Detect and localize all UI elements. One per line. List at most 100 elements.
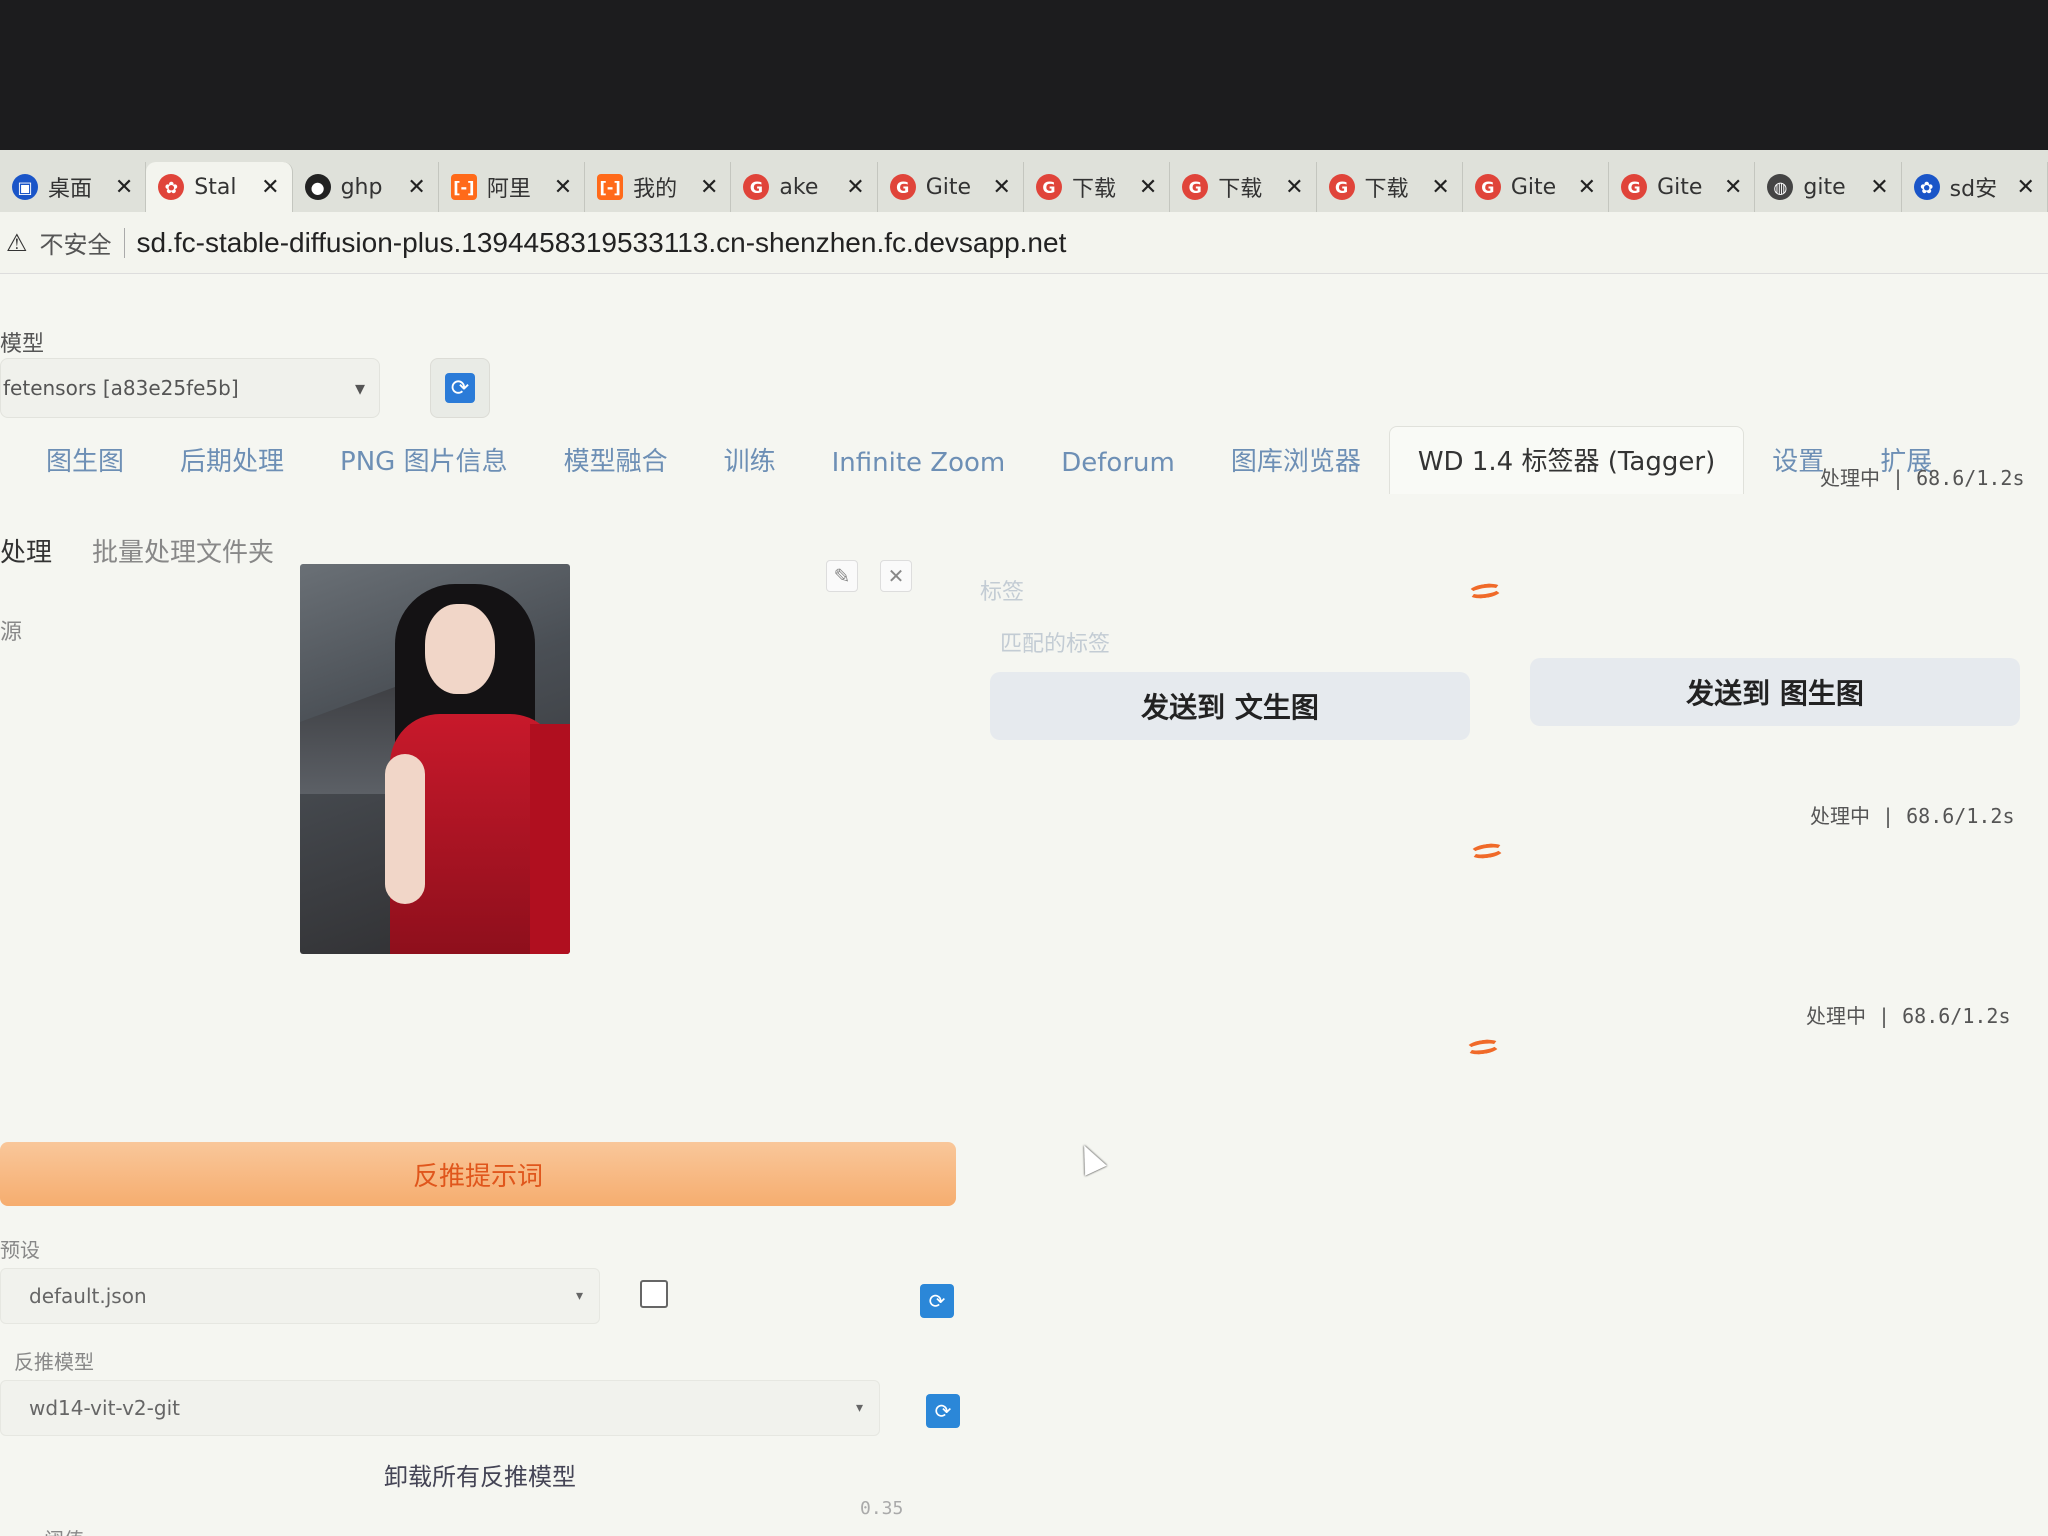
refresh-icon: ⟳ — [445, 373, 475, 403]
tab-process[interactable]: 处理 — [0, 532, 52, 569]
preset-select[interactable]: default.json ▾ — [0, 1268, 600, 1324]
main-tab[interactable]: 图库浏览器 — [1203, 441, 1389, 494]
close-icon[interactable]: ✕ — [700, 175, 718, 200]
gitee-icon: G — [1182, 174, 1209, 200]
browser-tab[interactable]: Gake ✕ — [731, 162, 878, 212]
baidu-icon: ✿ — [1913, 174, 1940, 200]
source-image[interactable] — [300, 564, 570, 954]
browser-tab[interactable]: ✿ sd安 ✕ — [1902, 162, 2048, 212]
tab-label: sd安 — [1949, 177, 1998, 202]
browser-tab[interactable]: ● ghp ✕ — [293, 162, 439, 212]
webui-content: 模型 fetensors [a83e25fe5b] ▾ ⟳ 图生图 后期处理 PNG… — [0, 274, 2048, 1536]
tab-batch-folder[interactable]: 批量处理文件夹 — [92, 532, 274, 569]
save-icon[interactable] — [640, 1280, 668, 1308]
sub-tabs: 处理 批量处理文件夹 — [0, 532, 274, 569]
tab-label: Gite — [1510, 174, 1557, 200]
tab-label: 阿里 — [486, 177, 531, 202]
chevron-down-icon: ▾ — [354, 376, 365, 400]
tab-label: ake — [779, 174, 819, 200]
main-tab[interactable]: 后期处理 — [152, 441, 312, 494]
close-icon[interactable]: ✕ — [2017, 175, 2035, 200]
main-tab[interactable]: WD 1.4 标签器 (Tagger) — [1388, 426, 1745, 494]
refresh-model-button[interactable]: ⟳ — [430, 358, 490, 418]
model-value: fetensors [a83e25fe5b] — [3, 376, 239, 400]
blue-square-icon: ▣ — [12, 174, 38, 200]
tab-label: 我的 — [633, 177, 678, 202]
globe-icon: ◍ — [1767, 174, 1794, 200]
close-icon[interactable]: ✕ — [846, 175, 864, 200]
refresh-preset-button[interactable]: ⟳ — [920, 1284, 954, 1318]
progress-status: 处理中 | 68.6/1.2s — [1806, 1004, 2011, 1028]
tab-label: 下载 — [1218, 177, 1263, 202]
browser-tab[interactable]: G Gite ✕ — [1463, 162, 1610, 212]
main-tab[interactable]: Infinite Zoom — [804, 448, 1034, 494]
close-icon[interactable]: ✕ — [880, 560, 912, 592]
results-panel: 标签 匹配的标签 发送到 文生图 发送到 图生图 处理中 | 68.6/1.2s… — [980, 574, 2048, 1534]
tab-label: Gite — [1657, 174, 1703, 200]
matched-tags-label: 匹配的标签 — [1000, 632, 1111, 657]
model-label: 模型 — [0, 332, 45, 357]
browser-tab[interactable]: G Gite ✕ — [878, 162, 1024, 212]
close-icon[interactable]: ✕ — [1285, 175, 1303, 200]
close-icon[interactable]: ✕ — [407, 175, 425, 200]
main-tab[interactable]: 模型融合 — [536, 441, 696, 494]
gitee-icon: G — [1035, 174, 1062, 200]
browser-tab[interactable]: [-] 阿里 ✕ — [439, 162, 586, 212]
close-icon[interactable]: ✕ — [1578, 175, 1596, 200]
chevron-down-icon: ▾ — [855, 1400, 863, 1416]
main-tab[interactable]: 训练 — [696, 441, 804, 494]
preset-value: default.json — [29, 1284, 147, 1308]
browser-window: ▣ 桌面 ✕ ✿ Stal ✕ ● ghp ✕ [-] 阿里 ✕ [-] 我的 ✕ Gake ✕ G Gite ✕ G 下… — [0, 150, 2048, 1536]
close-icon[interactable]: ✕ — [115, 175, 133, 200]
send-to-img2img-button[interactable]: 发送到 图生图 — [1530, 658, 2020, 726]
browser-tab[interactable]: ◍ gite ✕ — [1755, 162, 1902, 212]
settings-form: 预设 default.json ▾ ⟳ 反推模型 wd14-vit-v2-git… — [0, 1234, 960, 1536]
unload-models-button[interactable]: 卸载所有反推模型 — [0, 1444, 960, 1504]
interrogate-button[interactable]: 反推提示词 — [0, 1142, 956, 1206]
threshold-value[interactable]: 0.35 — [860, 1498, 903, 1519]
address-bar[interactable]: ⚠ 不安全 sd.fc-stable-diffusion-plus.139445… — [0, 212, 2048, 274]
main-tabs: 图生图 后期处理 PNG 图片信息 模型融合 训练 Infinite Zoom Deforu… — [18, 424, 2028, 494]
browser-tab[interactable]: ✿ Stal ✕ — [146, 162, 293, 212]
source-label: 源 — [0, 620, 23, 645]
browser-tab[interactable]: G 下载 ✕ — [1170, 162, 1317, 212]
browser-tab[interactable]: G 下载 ✕ — [1317, 162, 1463, 212]
gitee-icon: G — [1328, 174, 1355, 200]
refresh-interrogator-button[interactable]: ⟳ — [926, 1394, 960, 1428]
main-tab[interactable]: Deforum — [1033, 448, 1203, 494]
close-icon[interactable]: ✕ — [1431, 175, 1449, 200]
close-icon[interactable]: ✕ — [993, 175, 1011, 200]
browser-tab[interactable]: G Gite ✕ — [1609, 162, 1756, 212]
loading-icon — [1467, 581, 1503, 601]
gitee-icon: G — [743, 174, 770, 200]
gitee-icon: G — [1474, 174, 1501, 200]
tab-label: gite — [1803, 174, 1846, 200]
edit-icon[interactable]: ✎ — [826, 560, 858, 592]
image-face — [425, 604, 495, 694]
tab-label: ghp — [340, 174, 383, 200]
close-icon[interactable]: ✕ — [1139, 175, 1157, 200]
aliyun-icon: [-] — [450, 174, 477, 200]
loading-icon — [1469, 841, 1505, 861]
url-text[interactable]: sd.fc-stable-diffusion-plus.139445831953… — [137, 227, 1067, 259]
tab-label: 下载 — [1071, 177, 1116, 202]
close-icon[interactable]: ✕ — [554, 175, 572, 200]
image-arm — [385, 754, 425, 904]
divider — [123, 227, 125, 258]
browser-tab[interactable]: G 下载 ✕ — [1024, 162, 1171, 212]
main-tab[interactable]: PNG 图片信息 — [312, 441, 536, 494]
interrogator-select[interactable]: wd14-vit-v2-git ▾ — [0, 1380, 880, 1436]
close-icon[interactable]: ✕ — [261, 175, 279, 200]
browser-tab[interactable]: ▣ 桌面 ✕ — [0, 162, 147, 212]
send-to-txt2img-button[interactable]: 发送到 文生图 — [990, 672, 1470, 740]
tab-label: Stal — [194, 174, 237, 200]
close-icon[interactable]: ✕ — [1724, 175, 1742, 200]
main-tab[interactable]: 图生图 — [18, 441, 152, 494]
gitee-icon: G — [1621, 174, 1648, 200]
close-icon[interactable]: ✕ — [1870, 175, 1888, 200]
browser-tab[interactable]: [-] 我的 ✕ — [585, 162, 732, 212]
warning-icon: ⚠ — [6, 228, 28, 257]
tab-strip: ▣ 桌面 ✕ ✿ Stal ✕ ● ghp ✕ [-] 阿里 ✕ [-] 我的 ✕ Gake ✕ G Gite ✕ G 下… — [0, 150, 2048, 212]
stable-diffusion-icon: ✿ — [158, 174, 185, 200]
model-select[interactable]: fetensors [a83e25fe5b] ▾ — [0, 358, 380, 418]
